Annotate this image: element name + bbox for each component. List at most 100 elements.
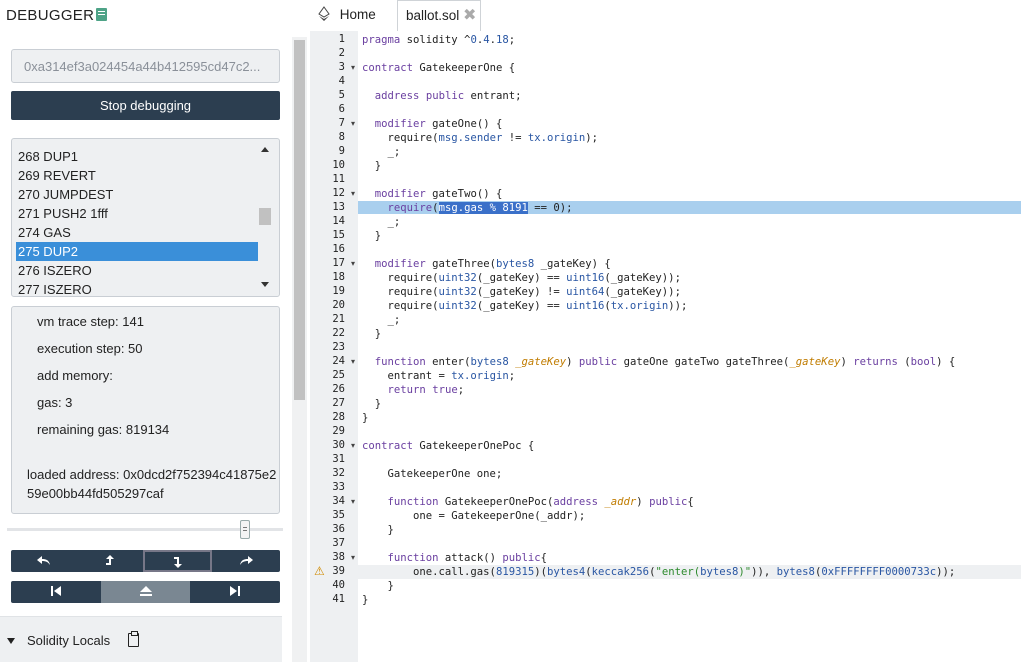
step-into-button[interactable] [143, 550, 212, 572]
line-number[interactable]: 16 [332, 243, 345, 255]
code-line[interactable]: } [362, 397, 381, 411]
list-item[interactable]: 276 ISZERO [16, 261, 258, 280]
code-line[interactable]: } [362, 523, 394, 537]
code-line[interactable]: one = GatekeeperOne(_addr); [362, 509, 585, 523]
code-line[interactable]: address public entrant; [362, 89, 522, 103]
list-item[interactable]: 274 GAS [16, 223, 258, 242]
list-item[interactable]: 270 JUMPDEST [16, 185, 258, 204]
line-number[interactable]: 24 [332, 355, 345, 367]
line-number[interactable]: 3 [339, 61, 345, 73]
line-number[interactable]: 10 [332, 159, 345, 171]
line-number[interactable]: 27 [332, 397, 345, 409]
line-number[interactable]: 1 [339, 33, 345, 45]
code-line[interactable]: require(uint32(_gateKey) == uint16(tx.or… [362, 299, 688, 313]
stop-debugging-button[interactable]: Stop debugging [11, 91, 280, 120]
transaction-hash-input[interactable]: 0xa314ef3a024454a44b412595cd47c2... [11, 49, 280, 83]
code-line[interactable]: contract GatekeeperOnePoc { [362, 439, 534, 453]
line-number[interactable]: 13 [332, 201, 345, 213]
code-line[interactable]: require(uint32(_gateKey) == uint16(_gate… [362, 271, 681, 285]
scrollbar-thumb[interactable] [294, 40, 305, 400]
code-line[interactable]: _; [362, 313, 401, 327]
code-line[interactable]: _; [362, 215, 401, 229]
warning-icon[interactable]: ⚠ [314, 564, 325, 578]
code-line[interactable]: require(msg.sender != tx.origin); [362, 131, 599, 145]
jump-out-button[interactable] [101, 581, 190, 603]
code-line[interactable]: } [362, 579, 394, 593]
code-line[interactable]: return true; [362, 383, 465, 397]
code-line[interactable]: modifier gateThree(bytes8 _gateKey) { [362, 257, 611, 271]
clipboard-icon[interactable] [128, 631, 139, 647]
code-line[interactable]: } [362, 159, 381, 173]
code-line[interactable]: _; [362, 145, 401, 159]
scroll-up-icon[interactable] [261, 147, 269, 152]
line-number[interactable]: 4 [339, 75, 345, 87]
scrollbar-thumb[interactable] [259, 208, 271, 225]
solidity-locals-header[interactable]: Solidity Locals [0, 616, 282, 662]
code-editor[interactable]: pragma solidity ^0.4.18; contract Gatekee… [358, 31, 1021, 662]
line-number[interactable]: 25 [332, 369, 345, 381]
line-number[interactable]: 8 [339, 131, 345, 143]
code-line[interactable]: entrant = tx.origin; [362, 369, 516, 383]
line-number[interactable]: 11 [332, 173, 345, 185]
line-number[interactable]: 33 [332, 481, 345, 493]
code-line[interactable]: } [362, 327, 381, 341]
fold-toggle-icon[interactable]: ▾ [351, 357, 355, 366]
step-over-button[interactable] [212, 550, 280, 572]
code-line[interactable]: modifier gateTwo() { [362, 187, 503, 201]
jump-next-breakpoint-button[interactable] [190, 581, 280, 603]
fold-toggle-icon[interactable]: ▾ [351, 259, 355, 268]
book-icon[interactable] [96, 8, 107, 21]
step-back-button[interactable] [11, 550, 77, 572]
line-number[interactable]: 34 [332, 495, 345, 507]
line-number[interactable]: 20 [332, 299, 345, 311]
code-line[interactable]: require(uint32(_gateKey) != uint64(_gate… [362, 285, 681, 299]
line-number[interactable]: 17 [332, 257, 345, 269]
code-line[interactable]: function attack() public{ [362, 551, 547, 565]
jump-previous-breakpoint-button[interactable] [11, 581, 101, 603]
fold-toggle-icon[interactable]: ▾ [351, 119, 355, 128]
code-line[interactable]: contract GatekeeperOne { [362, 61, 515, 75]
list-item[interactable]: 277 ISZERO [16, 280, 258, 296]
fold-toggle-icon[interactable]: ▾ [351, 189, 355, 198]
line-number[interactable]: 6 [339, 103, 345, 115]
list-item[interactable]: 268 DUP1 [16, 147, 258, 166]
fold-toggle-icon[interactable]: ▾ [351, 497, 355, 506]
line-number[interactable]: 9 [339, 145, 345, 157]
line-number[interactable]: 40 [332, 579, 345, 591]
fold-toggle-icon[interactable]: ▾ [351, 63, 355, 72]
caret-down-icon[interactable] [7, 638, 15, 644]
line-number[interactable]: 19 [332, 285, 345, 297]
code-line[interactable]: } [362, 229, 381, 243]
code-line[interactable]: one.call.gas(819315)(bytes4(keccak256("e… [362, 565, 955, 579]
code-line[interactable]: require(msg.gas % 8191 == 0); [362, 201, 573, 215]
fold-toggle-icon[interactable]: ▾ [351, 441, 355, 450]
code-line[interactable]: function enter(bytes8 _gateKey) public g… [362, 355, 956, 369]
code-line[interactable]: pragma solidity ^0.4.18; [362, 33, 515, 47]
line-number[interactable]: 30 [332, 439, 345, 451]
line-number[interactable]: 32 [332, 467, 345, 479]
line-number[interactable]: 5 [339, 89, 345, 101]
code-line[interactable]: GatekeeperOne one; [362, 467, 503, 481]
line-number[interactable]: 38 [332, 551, 345, 563]
close-icon[interactable]: ✖ [463, 8, 476, 24]
line-number[interactable]: 35 [332, 509, 345, 521]
panel-scrollbar[interactable] [292, 37, 307, 662]
fold-toggle-icon[interactable]: ▾ [351, 553, 355, 562]
line-number[interactable]: 28 [332, 411, 345, 423]
step-slider-handle[interactable] [240, 520, 250, 539]
line-number[interactable]: 7 [339, 117, 345, 129]
line-number[interactable]: 21 [332, 313, 345, 325]
line-number[interactable]: 37 [332, 537, 345, 549]
step-out-button[interactable] [77, 550, 143, 572]
line-number[interactable]: 39 [332, 565, 345, 577]
line-number[interactable]: 12 [332, 187, 345, 199]
line-number[interactable]: 22 [332, 327, 345, 339]
tab-home[interactable]: Home [318, 0, 376, 30]
line-number[interactable]: 15 [332, 229, 345, 241]
line-number[interactable]: 36 [332, 523, 345, 535]
line-number[interactable]: 29 [332, 425, 345, 437]
line-number[interactable]: 26 [332, 383, 345, 395]
list-item[interactable]: 271 PUSH2 1fff [16, 204, 258, 223]
code-line[interactable]: function GatekeeperOnePoc(address _addr)… [362, 495, 694, 509]
scroll-down-icon[interactable] [261, 282, 269, 287]
